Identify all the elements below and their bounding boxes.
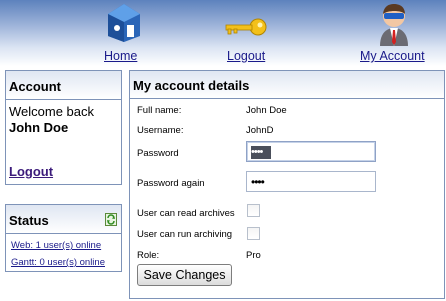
full-name-label: Full name: xyxy=(137,105,182,116)
web-users-online-link[interactable]: Web: 1 user(s) online xyxy=(11,237,121,254)
top-navigation-bar: Home Logout My Account xyxy=(0,0,446,66)
logout-link[interactable]: Logout xyxy=(227,49,265,63)
nav-logout[interactable]: Logout xyxy=(224,0,270,66)
username-value: JohnD xyxy=(246,125,274,136)
role-value: Pro xyxy=(246,250,261,261)
status-panel: Status Web: 1 user(s) online Gantt: 0 us… xyxy=(5,204,122,272)
password-field-value: •••• xyxy=(251,146,271,159)
role-label: Role: xyxy=(137,250,160,261)
current-username: John Doe xyxy=(9,120,69,135)
status-panel-header: Status xyxy=(6,205,121,234)
status-panel-title: Status xyxy=(9,213,49,228)
nav-home[interactable]: Home xyxy=(104,0,146,66)
account-panel-body: Welcome back John Doe xyxy=(6,100,121,136)
refresh-icon[interactable] xyxy=(105,213,117,229)
gantt-users-online-link[interactable]: Gantt: 0 user(s) online xyxy=(11,254,121,271)
key-icon[interactable] xyxy=(224,17,268,40)
nav-my-account[interactable]: My Account xyxy=(360,0,432,66)
user-icon[interactable] xyxy=(376,2,412,49)
password-again-label: Password again xyxy=(137,178,205,189)
welcome-text: Welcome back xyxy=(9,104,95,119)
home-link[interactable]: Home xyxy=(104,49,137,63)
username-label: Username: xyxy=(137,125,184,136)
password-again-field-value: •••• xyxy=(251,175,265,189)
account-details-title: My account details xyxy=(130,71,444,99)
read-archives-label: User can read archives xyxy=(137,208,235,219)
password-again-field[interactable]: •••• xyxy=(246,171,376,192)
sidebar-logout-link[interactable]: Logout xyxy=(9,164,53,179)
status-panel-body: Web: 1 user(s) online Gantt: 0 user(s) o… xyxy=(6,234,121,271)
my-account-link[interactable]: My Account xyxy=(360,49,425,63)
save-changes-button[interactable]: Save Changes xyxy=(137,264,232,286)
home-icon[interactable] xyxy=(107,3,141,46)
password-label: Password xyxy=(137,148,179,159)
password-field[interactable]: •••• xyxy=(246,141,376,162)
account-panel: Account Welcome back John Doe Logout xyxy=(5,70,122,185)
full-name-value: John Doe xyxy=(246,105,287,116)
account-panel-title: Account xyxy=(6,71,121,100)
run-archiving-checkbox[interactable] xyxy=(247,227,260,240)
read-archives-checkbox[interactable] xyxy=(247,204,260,217)
account-details-panel: My account details Full name: John Doe U… xyxy=(129,70,445,299)
run-archiving-label: User can run archiving xyxy=(137,229,233,240)
